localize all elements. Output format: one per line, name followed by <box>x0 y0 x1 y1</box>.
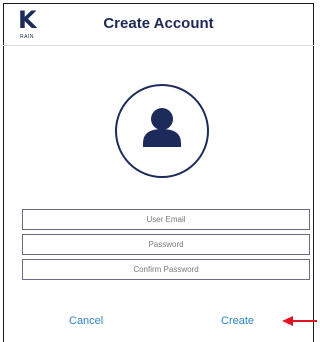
red-arrow-icon <box>282 316 317 326</box>
page-title: Create Account <box>103 15 214 32</box>
cancel-button[interactable]: Cancel <box>69 315 103 327</box>
logo-subtext: RAIN <box>20 34 34 40</box>
password-field[interactable] <box>22 234 310 255</box>
header-bar: K RAIN Create Account <box>3 3 314 46</box>
action-bar: Cancel Create <box>3 310 314 336</box>
user-avatar-icon <box>143 108 181 147</box>
create-button[interactable]: Create <box>221 315 254 327</box>
account-form <box>22 209 310 284</box>
avatar[interactable] <box>115 84 209 178</box>
email-field[interactable] <box>22 209 310 230</box>
create-account-screen: K RAIN Create Account Cancel Create <box>0 0 320 342</box>
confirm-password-field[interactable] <box>22 259 310 280</box>
